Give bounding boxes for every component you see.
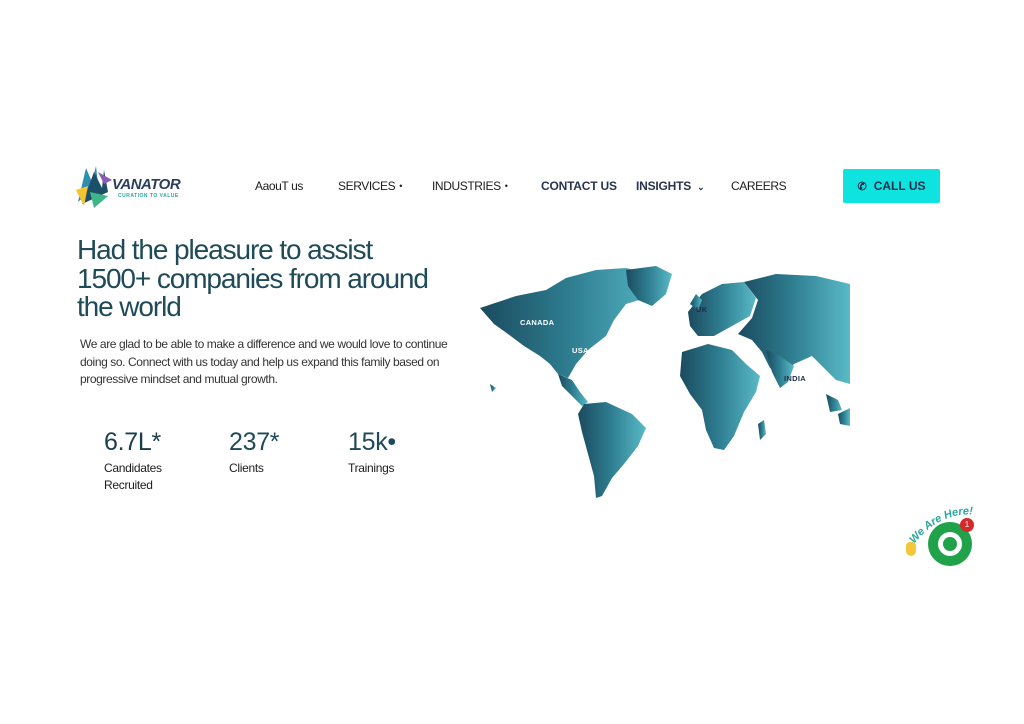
stat-candidates: 6.7L* Candidates Recruited	[104, 428, 194, 493]
call-us-label: CALL US	[873, 179, 926, 193]
hero-headline-line2: 1500+ companies from around	[77, 262, 429, 294]
brand-logo[interactable]: VANATOR CURATION TO VALUE	[74, 162, 190, 210]
nav-contact-us-label: CONTACT US	[541, 179, 617, 193]
stat-label: Clients	[229, 461, 264, 475]
map-label-canada: CANADA	[520, 318, 555, 327]
hero-lead-text: We are glad to be able to make a differe…	[80, 337, 448, 386]
hero-headline: Had the pleasure to assist 1500+ compani…	[77, 234, 477, 322]
waving-hand-icon	[906, 542, 916, 556]
nav-contact-us[interactable]: CONTACT US	[541, 179, 617, 193]
notification-badge: 1	[960, 518, 974, 532]
nav-industries-label: INDUSTRIES	[432, 179, 501, 193]
nav-services[interactable]: SERVICES •	[338, 179, 402, 193]
map-label-usa: USA	[572, 346, 589, 355]
stat-value: 6.7L*	[104, 428, 161, 456]
stat-label: Candidates Recruited	[104, 461, 162, 492]
nav-about-us[interactable]: AaouT us	[255, 179, 303, 193]
nav-insights-label: INSIGHTS	[636, 179, 692, 193]
nav-services-label: SERVICES	[338, 179, 396, 193]
brand-name: VANATOR	[112, 176, 181, 193]
stat-label: Trainings	[348, 461, 395, 475]
dropdown-dot-icon: •	[399, 181, 403, 191]
brand-tagline: CURATION TO VALUE	[118, 193, 179, 199]
stat-value: 237*	[229, 428, 280, 456]
nav-insights[interactable]: INSIGHTS ⌄	[636, 179, 705, 193]
map-label-india: INDIA	[784, 374, 806, 383]
nav-careers-label: CAREERS	[731, 179, 787, 193]
chevron-down-icon: ⌄	[697, 182, 705, 192]
nav-industries[interactable]: INDUSTRIES •	[432, 179, 508, 193]
phone-icon: ✆	[857, 180, 867, 193]
stat-clients: 237* Clients	[229, 428, 280, 477]
stat-value: 15k•	[348, 428, 396, 456]
call-us-button[interactable]: ✆ CALL US	[843, 169, 940, 203]
dropdown-dot-icon: •	[504, 181, 508, 191]
world-map: CANADA USA UK INDIA	[476, 264, 850, 500]
nav-about-us-label: AaouT us	[255, 179, 303, 193]
map-label-uk: UK	[696, 305, 708, 314]
hero-headline-line3: the world	[77, 291, 182, 322]
hero-headline-line1: Had the pleasure to assist	[77, 234, 373, 265]
nav-careers[interactable]: CAREERS	[731, 179, 787, 193]
chat-widget[interactable]: We Are Here! 1	[904, 504, 994, 574]
stat-trainings: 15k• Trainings	[348, 428, 396, 477]
